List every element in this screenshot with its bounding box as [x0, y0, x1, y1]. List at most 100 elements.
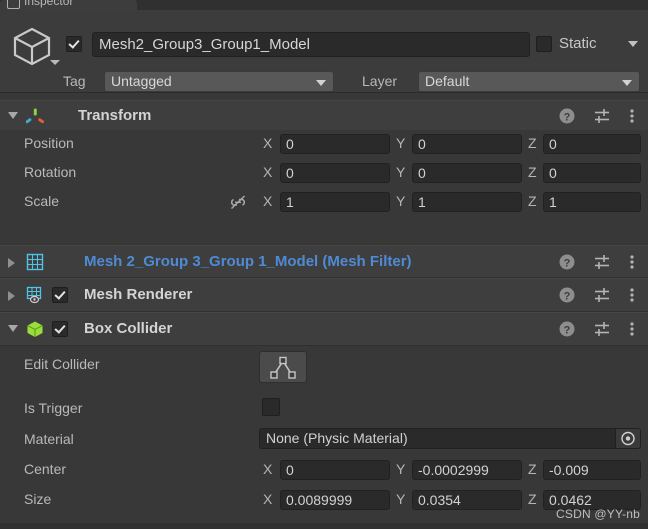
- tag-label: Tag: [63, 73, 86, 89]
- position-z-input[interactable]: 0: [543, 134, 641, 154]
- position-label: Position: [24, 135, 74, 151]
- scale-z-input[interactable]: 1: [543, 192, 641, 212]
- component-header-icons-box-collider: ?: [558, 320, 640, 338]
- chevron-down-icon: [316, 80, 326, 86]
- material-value: None (Physic Material): [266, 430, 408, 446]
- kebab-menu-icon: [630, 108, 634, 123]
- material-label: Material: [24, 431, 74, 447]
- scale-z-axis-label: Z: [528, 193, 537, 209]
- position-z-axis-label: Z: [528, 135, 537, 151]
- component-title-transform: Transform: [78, 106, 152, 124]
- layer-value: Default: [425, 73, 470, 89]
- chevron-down-icon: [622, 80, 632, 86]
- center-y-axis-label: Y: [396, 461, 406, 477]
- svg-text:?: ?: [564, 325, 571, 337]
- help-icon: ?: [559, 321, 575, 337]
- gameobject-icon-dropdown-caret[interactable]: [50, 60, 60, 65]
- component-title-box-collider: Box Collider: [84, 320, 173, 337]
- size-x-axis-label: X: [263, 491, 273, 507]
- size-x-input[interactable]: 0.0089999: [280, 490, 390, 510]
- svg-text:?: ?: [564, 291, 571, 303]
- rotation-y-input[interactable]: 0: [412, 163, 522, 183]
- component-title-mesh-renderer: Mesh Renderer: [84, 286, 193, 303]
- position-x-input[interactable]: 0: [280, 134, 390, 154]
- mesh-renderer-foldout-arrow[interactable]: [8, 291, 15, 301]
- bottom-bar: [0, 523, 648, 529]
- tab-inspector-label: Inspector: [24, 0, 74, 8]
- rotation-x-input[interactable]: 0: [280, 163, 390, 183]
- scale-x-input[interactable]: 1: [280, 192, 390, 212]
- watermark: CSDN @YY-nb: [556, 507, 640, 521]
- center-y-input[interactable]: -0.0002999: [412, 460, 522, 480]
- rotation-y-axis-label: Y: [396, 164, 406, 180]
- center-z-input[interactable]: -0.009: [543, 460, 641, 480]
- edit-collider-button[interactable]: [259, 351, 307, 383]
- preset-sliders-icon: [595, 108, 609, 123]
- gameobject-cube-icon[interactable]: [10, 24, 54, 68]
- static-dropdown-caret-icon[interactable]: [628, 41, 638, 47]
- gameobject-enabled-checkbox[interactable]: [66, 36, 82, 52]
- component-header-box-collider[interactable]: Box Collider ?: [0, 312, 648, 346]
- component-header-mesh-renderer[interactable]: Mesh Renderer ?: [0, 278, 648, 312]
- position-y-input[interactable]: 0: [412, 134, 522, 154]
- scale-x-axis-label: X: [263, 193, 273, 209]
- preset-sliders-icon: [595, 254, 609, 269]
- center-x-input[interactable]: 0: [280, 460, 390, 480]
- box-collider-foldout-arrow[interactable]: [8, 325, 18, 332]
- is-trigger-label: Is Trigger: [24, 400, 83, 416]
- mesh-renderer-enabled-checkbox[interactable]: [52, 287, 68, 303]
- component-header-transform[interactable]: Transform ?: [0, 100, 648, 131]
- size-label: Size: [24, 491, 52, 507]
- mesh-renderer-icon: [26, 286, 44, 304]
- transform-foldout-arrow[interactable]: [8, 111, 18, 119]
- material-object-field[interactable]: None (Physic Material): [259, 428, 641, 449]
- mesh-filter-grid-icon: [26, 253, 44, 271]
- component-header-icons-transform: ?: [558, 107, 640, 125]
- size-y-axis-label: Y: [396, 491, 406, 507]
- component-title-mesh-filter[interactable]: Mesh 2_Group 3_Group 1_Model (Mesh Filte…: [84, 253, 412, 270]
- gameobject-name-input[interactable]: Mesh2_Group3_Group1_Model: [92, 32, 530, 57]
- center-z-axis-label: Z: [528, 461, 537, 477]
- transform-axis-icon: [26, 107, 44, 125]
- transform-body: Position X 0 Y 0 Z 0 Rotation X 0 Y 0 Z …: [0, 130, 648, 240]
- center-label: Center: [24, 461, 67, 477]
- tab-inspector[interactable]: Inspector: [0, 0, 137, 10]
- gameobject-header: Mesh2_Group3_Group1_Model Static Tag Unt…: [0, 10, 648, 93]
- static-checkbox[interactable]: [536, 36, 552, 52]
- rotation-z-axis-label: Z: [528, 164, 537, 180]
- size-y-input[interactable]: 0.0354: [412, 490, 522, 510]
- tag-dropdown[interactable]: Untagged: [104, 71, 334, 92]
- link-off-icon[interactable]: [228, 193, 248, 211]
- position-x-axis-label: X: [263, 135, 273, 151]
- svg-text:?: ?: [564, 257, 571, 269]
- box-collider-enabled-checkbox[interactable]: [52, 321, 68, 337]
- component-header-mesh-filter[interactable]: Mesh 2_Group 3_Group 1_Model (Mesh Filte…: [0, 245, 648, 278]
- edit-collider-icon: [270, 356, 296, 379]
- size-z-axis-label: Z: [528, 491, 537, 507]
- rotation-label: Rotation: [24, 164, 77, 180]
- position-y-axis-label: Y: [396, 135, 406, 151]
- center-x-axis-label: X: [263, 461, 273, 477]
- layer-dropdown[interactable]: Default: [418, 71, 640, 92]
- unity-inspector-panel: Inspector Mesh2_Group3_Group1_Model Stat…: [0, 0, 648, 529]
- edit-collider-label: Edit Collider: [24, 356, 100, 372]
- scale-y-input[interactable]: 1: [412, 192, 522, 212]
- is-trigger-checkbox[interactable]: [262, 398, 280, 416]
- mesh-filter-foldout-arrow[interactable]: [8, 257, 15, 268]
- tab-strip: Inspector: [0, 0, 648, 10]
- box-collider-body: Edit Collider Is Trigger Material None (…: [0, 346, 648, 523]
- preset-sliders-icon: [595, 322, 609, 336]
- component-header-icons-mesh-renderer: ?: [558, 286, 640, 304]
- scale-label: Scale: [24, 193, 60, 209]
- kebab-menu-icon: [630, 322, 634, 336]
- component-header-icons-mesh-filter: ?: [558, 253, 640, 271]
- static-label: Static: [559, 35, 597, 52]
- preset-sliders-icon: [595, 288, 609, 302]
- help-icon: ?: [559, 287, 575, 303]
- kebab-menu-icon: [630, 254, 634, 269]
- rotation-x-axis-label: X: [263, 164, 273, 180]
- rotation-z-input[interactable]: 0: [543, 163, 641, 183]
- object-picker-icon[interactable]: [615, 429, 640, 448]
- kebab-menu-icon: [630, 288, 634, 302]
- scale-y-axis-label: Y: [396, 193, 406, 209]
